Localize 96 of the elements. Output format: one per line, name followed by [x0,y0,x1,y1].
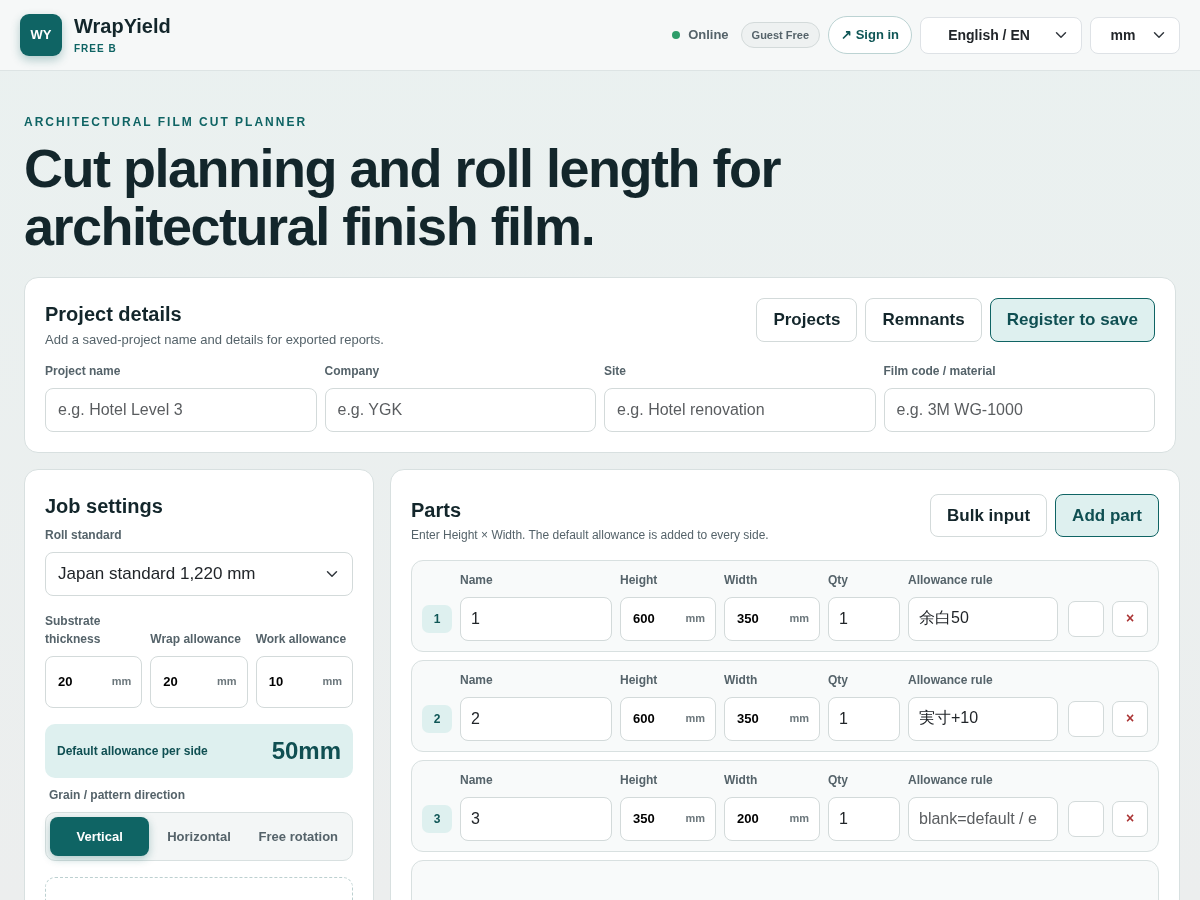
unit-label: mm [789,811,809,827]
unit-label: mm [789,711,809,727]
field-label: Height [620,571,659,589]
page-title: Cut planning and roll length for architectural finish film. [24,139,782,255]
section-title: Parts [411,497,463,522]
number-field[interactable]: 350 mm [724,696,820,741]
number-field[interactable]: 350 mm [620,796,716,841]
plan-label: FREE B [74,41,118,56]
number-input[interactable]: 350 [735,607,790,630]
unit-select[interactable]: mm [1090,16,1180,54]
text-field[interactable]: e.g. Hotel Level 3 [45,387,317,432]
text-field[interactable]: blank=default / e [908,796,1058,841]
number-field[interactable]: 350 mm [724,596,820,641]
direction-tab[interactable]: Vertical [50,816,150,856]
text-field[interactable]: e.g. 3M WG-1000 [883,387,1155,432]
number-input[interactable]: 350 [735,707,790,730]
direction-tab[interactable]: Horizontal [149,816,249,856]
logo: WY [20,14,62,56]
direction-tab[interactable]: Free rotation [248,816,348,856]
remove-button[interactable]: × [1112,800,1148,837]
text-field[interactable]: 3 [460,796,612,841]
section-title: Project details [45,302,183,326]
unit-label: mm [685,611,705,627]
field-label: Name [460,671,494,689]
field-label: Site [604,362,627,380]
text-field[interactable]: 1 [828,596,900,641]
action-button[interactable]: Remnants [865,298,982,342]
number-field[interactable]: 600 mm [620,696,716,741]
text-field[interactable]: 2 [460,696,612,741]
status-text: Online [688,26,729,45]
text-field[interactable]: 1 [828,796,900,841]
unit-label: mm [217,674,237,690]
text-field[interactable]: e.g. YGK [324,387,596,432]
unit-label: mm [322,674,342,690]
number-input[interactable]: 20 [56,670,112,693]
field-label: Height [620,671,659,689]
number-input[interactable]: 10 [266,670,323,693]
number-field[interactable]: 20 mm [150,655,248,708]
text-field[interactable]: 1 [828,696,900,741]
unit-label: mm [111,674,132,690]
number-input[interactable]: 600 [631,607,686,630]
row-number: 2 [422,704,452,733]
field-label: Width [724,671,759,689]
remove-button[interactable]: × [1112,600,1148,637]
sign-in-button[interactable]: ↗ Sign in [828,16,912,54]
number-input[interactable]: 20 [161,670,218,693]
action-button[interactable]: Bulk input [930,493,1048,537]
section-subtitle: Add a saved-project name and details for exported reports. [45,331,384,349]
number-field[interactable]: 600 mm [620,596,716,641]
number-input[interactable]: 200 [735,807,790,830]
number-input[interactable]: 350 [631,807,686,830]
field-label: Work allowance [255,630,348,648]
number-input[interactable]: 600 [631,707,686,730]
remove-button[interactable]: × [1112,700,1148,737]
summary-value: 50mm [271,735,341,766]
field-label: Height [620,771,659,789]
action-button[interactable]: Register to save [989,298,1155,342]
roll-select[interactable]: Japan standard 1,220 mm [45,551,353,596]
brand-name: WrapYield [74,14,171,37]
guest-badge: Guest Free [740,21,821,49]
field-label: Qty [828,671,849,689]
field-label: Width [724,571,759,589]
field-label: Film code / material [883,362,997,380]
text-field[interactable]: 1 [460,596,612,641]
text-field[interactable]: 余白50 [908,596,1058,641]
number-field[interactable]: 200 mm [724,796,820,841]
action-button[interactable]: Projects [756,298,858,342]
number-field[interactable]: 10 mm [255,655,353,708]
action-button[interactable]: Add part [1055,493,1159,537]
section-subtitle: Enter Height × Width. The default allowance is added to every side. [411,526,769,544]
field-label: Company [324,362,381,380]
field-label: Wrap allowance [150,630,242,648]
eyebrow-text: ARCHITECTURAL FILM CUT PLANNER [24,114,309,131]
field-label: Substrate thickness [45,612,102,648]
summary-label: Default allowance per side [57,742,208,760]
field-label: Qty [828,771,849,789]
language-select[interactable]: English / EN [920,16,1082,54]
section-title: Job settings [45,493,164,518]
field-label: Grain / pattern direction [49,786,187,804]
unit-label: mm [685,811,705,827]
field-label: Project name [45,362,122,380]
text-field[interactable]: e.g. Hotel renovation [604,387,876,432]
text-field[interactable]: 実寸+10 [908,696,1058,741]
unit-label: mm [685,711,705,727]
unit-label: mm [789,611,809,627]
row-number: 3 [422,804,452,833]
field-label: Allowance rule [908,571,994,589]
field-label: Name [460,771,494,789]
field-label: Name [460,571,494,589]
field-label: Qty [828,571,849,589]
field-label: Allowance rule [908,671,994,689]
field-label: Allowance rule [908,771,994,789]
field-label: Roll standard [45,526,123,544]
number-field[interactable]: 20 mm [45,655,143,708]
field-label: Width [724,771,759,789]
row-number: 1 [422,604,452,633]
